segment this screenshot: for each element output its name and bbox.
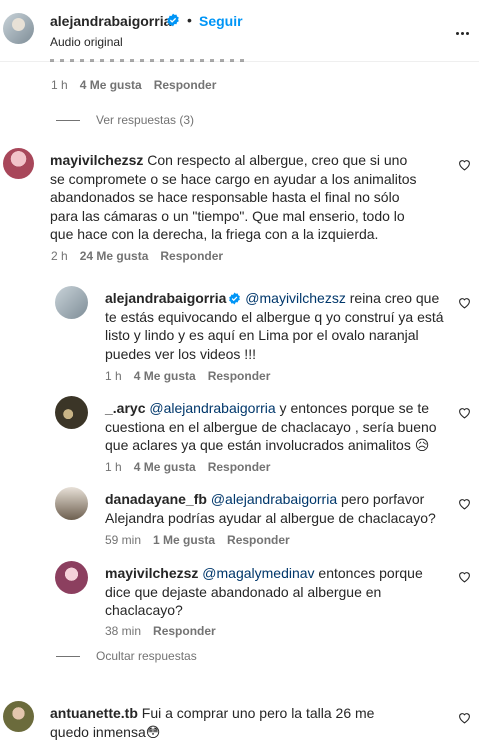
divider-line — [56, 120, 80, 122]
avatar[interactable] — [55, 396, 88, 429]
reply-item: _.aryc @alejandrabaigorria y entonces po… — [55, 396, 479, 478]
author-avatar[interactable] — [3, 13, 34, 44]
reply-meta: 38 min Responder — [105, 624, 216, 638]
reply-time: 1 h — [105, 369, 122, 383]
reply-button[interactable]: Responder — [208, 369, 271, 383]
comment-item: antuanette.tb Fui a comprar uno pero la … — [3, 701, 479, 741]
mention-link[interactable]: @alejandrabaigorria — [149, 400, 275, 416]
reply-body: _.aryc @alejandrabaigorria y entonces po… — [105, 399, 450, 455]
avatar[interactable] — [55, 286, 88, 319]
likes-count[interactable]: 4 Me gusta — [134, 460, 196, 474]
reply-body: alejandrabaigorria @mayivilchezsz reina … — [105, 289, 450, 363]
heart-icon[interactable] — [458, 159, 471, 171]
heart-icon[interactable] — [458, 407, 471, 419]
reply-button[interactable]: Responder — [153, 624, 216, 638]
reply-username[interactable]: mayivilchezsz — [105, 565, 198, 581]
reply-username[interactable]: _.aryc — [105, 400, 145, 416]
reply-button[interactable]: Responder — [160, 249, 223, 263]
comment-time: 1 h — [51, 78, 68, 92]
reply-time: 38 min — [105, 624, 142, 638]
comment-meta: 2 h 24 Me gusta Responder — [51, 249, 223, 263]
mention-link[interactable]: @magalymedinav — [202, 565, 314, 581]
separator-dot: • — [187, 12, 192, 28]
mention-link[interactable]: @mayivilchezsz — [245, 290, 346, 306]
more-options-icon[interactable] — [456, 22, 474, 35]
mention-link[interactable]: @alejandrabaigorria — [211, 491, 337, 507]
author-username[interactable]: alejandrabaigorria — [50, 13, 171, 29]
reply-username[interactable]: alejandrabaigorria — [105, 290, 226, 306]
comment-username[interactable]: antuanette.tb — [50, 705, 138, 721]
reply-button[interactable]: Responder — [227, 533, 290, 547]
comment-body: antuanette.tb Fui a comprar uno pero la … — [50, 704, 410, 741]
comment-item: mayivilchezsz Con respecto al albergue, … — [3, 148, 479, 268]
reply-meta: 1 h 4 Me gusta Responder — [105, 369, 270, 383]
likes-count[interactable]: 24 Me gusta — [80, 249, 149, 263]
avatar[interactable] — [55, 561, 88, 594]
view-replies-button[interactable]: Ver respuestas (3) — [56, 113, 194, 127]
reply-button[interactable]: Responder — [208, 460, 271, 474]
heart-icon[interactable] — [458, 498, 471, 510]
hide-replies-button[interactable]: Ocultar respuestas — [56, 649, 197, 663]
reply-body: danadayane_fb @alejandrabaigorria pero p… — [105, 490, 450, 527]
verified-icon — [229, 292, 241, 305]
avatar[interactable] — [55, 487, 88, 520]
follow-button[interactable]: Seguir — [199, 13, 243, 29]
audio-subtitle[interactable]: Audio original — [50, 35, 123, 49]
likes-count[interactable]: 4 Me gusta — [80, 78, 142, 92]
reply-body: mayivilchezsz @magalymedinav entonces po… — [105, 564, 450, 620]
post-header: alejandrabaigorria • Seguir Audio origin… — [0, 0, 479, 62]
reply-meta: 59 min 1 Me gusta Responder — [105, 533, 290, 547]
reply-item: alejandrabaigorria @mayivilchezsz reina … — [55, 286, 479, 386]
heart-icon[interactable] — [458, 712, 471, 724]
reply-item: danadayane_fb @alejandrabaigorria pero p… — [55, 487, 479, 552]
reply-time: 59 min — [105, 533, 142, 547]
reply-username[interactable]: danadayane_fb — [105, 491, 207, 507]
comment-username[interactable]: mayivilchezsz — [50, 152, 143, 168]
likes-count[interactable]: 1 Me gusta — [153, 533, 215, 547]
view-replies-label: Ver respuestas (3) — [96, 113, 195, 127]
comment-body: mayivilchezsz Con respecto al albergue, … — [50, 151, 422, 244]
comment-time: 2 h — [51, 249, 68, 263]
clipped-comment-text — [50, 56, 430, 62]
comment-meta: 1 h 4 Me gusta Responder — [51, 78, 216, 92]
verified-icon — [167, 13, 179, 27]
reply-meta: 1 h 4 Me gusta Responder — [105, 460, 270, 474]
avatar[interactable] — [3, 148, 34, 179]
reply-item: mayivilchezsz @magalymedinav entonces po… — [55, 561, 479, 641]
heart-icon[interactable] — [458, 297, 471, 309]
reply-time: 1 h — [105, 460, 122, 474]
likes-count[interactable]: 4 Me gusta — [134, 369, 196, 383]
reply-button[interactable]: Responder — [154, 78, 217, 92]
heart-icon[interactable] — [458, 571, 471, 583]
hide-replies-label: Ocultar respuestas — [96, 649, 197, 663]
avatar[interactable] — [3, 701, 34, 732]
divider-line — [56, 656, 80, 658]
